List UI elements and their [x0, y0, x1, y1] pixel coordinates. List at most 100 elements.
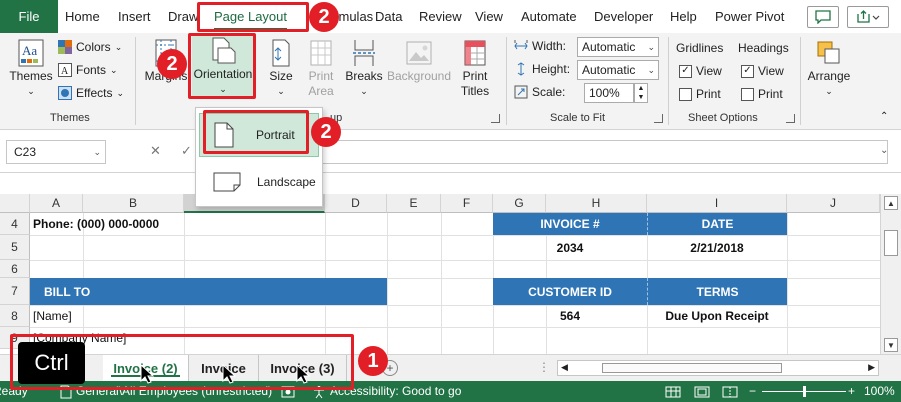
col-header-e[interactable]: E: [387, 194, 441, 213]
normal-view-icon[interactable]: [665, 381, 681, 402]
colors-button[interactable]: Colors ⌄: [58, 40, 122, 54]
accessibility-status[interactable]: Accessibility: Good to go: [312, 381, 461, 402]
macro-record-icon[interactable]: [281, 381, 295, 402]
page-layout-view-icon[interactable]: [694, 381, 710, 402]
width-row: Width:: [514, 39, 566, 53]
cancel-icon[interactable]: ✕: [150, 143, 161, 159]
breaks-button[interactable]: Breaks ⌄: [344, 37, 384, 99]
cell-invoice-number: 2034: [556, 240, 584, 255]
zoom-level[interactable]: 100%: [864, 381, 895, 402]
row-header-5[interactable]: 5: [0, 235, 30, 260]
page-break-view-icon[interactable]: [722, 381, 738, 402]
tab-developer[interactable]: Developer: [594, 0, 653, 33]
tab-insert[interactable]: Insert: [118, 0, 151, 33]
sensitivity-icon: [60, 385, 72, 398]
collapse-ribbon-icon[interactable]: ⌃: [880, 111, 888, 122]
expand-formula-bar-icon[interactable]: ⌄: [880, 145, 888, 156]
gridline: [30, 260, 880, 261]
col-header-b[interactable]: B: [83, 194, 184, 213]
height-select[interactable]: Automatic ⌄: [577, 60, 659, 80]
sensitivity-status[interactable]: General\All Employees (unrestricted): [60, 381, 272, 402]
size-button[interactable]: Size ⌄: [264, 37, 298, 99]
zoom-out-icon[interactable]: −: [749, 381, 756, 402]
themes-button[interactable]: Aa Themes ⌄: [8, 37, 54, 99]
colors-icon: [58, 40, 72, 54]
scroll-down-icon[interactable]: ▼: [884, 338, 898, 352]
fonts-label: Fonts: [76, 63, 107, 77]
height-row: Height:: [514, 62, 570, 76]
tab-review[interactable]: Review: [419, 0, 462, 33]
col-header-f[interactable]: F: [441, 194, 493, 213]
comments-button[interactable]: [807, 6, 839, 28]
headings-print-checkbox[interactable]: Print: [741, 87, 783, 101]
tab-draw[interactable]: Draw: [168, 0, 198, 33]
scroll-left-icon[interactable]: ◀: [561, 362, 568, 373]
gridlines-view-checkbox[interactable]: ✓ View: [679, 64, 722, 78]
mouse-cursor-icon: [222, 364, 236, 384]
tab-data[interactable]: Data: [375, 0, 402, 33]
print-titles-button[interactable]: Print Titles: [456, 37, 494, 99]
cell-terms-header: TERMS: [647, 278, 787, 305]
landscape-page-icon: [213, 172, 241, 192]
col-header-i[interactable]: I: [647, 194, 787, 213]
zoom-in-icon[interactable]: +: [848, 381, 855, 402]
row-header-8[interactable]: 8: [0, 305, 30, 327]
tab-power-pivot[interactable]: Power Pivot: [715, 0, 784, 33]
name-box[interactable]: C23 ⌄: [6, 140, 106, 164]
scroll-right-icon[interactable]: ▶: [868, 362, 875, 373]
svg-text:A: A: [61, 66, 69, 77]
comment-icon: [815, 10, 831, 24]
col-header-a[interactable]: A: [30, 194, 83, 213]
scale-launcher-icon[interactable]: [654, 114, 663, 123]
row-header-4[interactable]: 4: [0, 213, 30, 235]
page-setup-launcher-icon[interactable]: [491, 114, 500, 123]
zoom-slider-thumb[interactable]: [803, 386, 806, 397]
status-ready: Ready: [0, 384, 28, 398]
arrange-button[interactable]: Arrange ⌄: [806, 37, 852, 99]
select-all-corner[interactable]: [0, 194, 30, 213]
tab-home[interactable]: Home: [65, 0, 100, 33]
orientation-button[interactable]: Orientation ⌄: [192, 35, 254, 99]
horizontal-scrollbar[interactable]: ◀ ▶: [557, 360, 879, 376]
background-button[interactable]: Background: [386, 37, 452, 84]
scroll-thumb[interactable]: [602, 363, 782, 373]
row-header-7[interactable]: 7: [0, 278, 30, 305]
sheet-options-launcher-icon[interactable]: [786, 114, 795, 123]
print-area-button[interactable]: Print Area: [301, 37, 341, 99]
vertical-scrollbar[interactable]: ▲ ▼: [880, 194, 901, 354]
headings-view-checkbox[interactable]: ✓ View: [741, 64, 784, 78]
group-separator: [800, 37, 801, 125]
gridlines-print-checkbox[interactable]: Print: [679, 87, 721, 101]
headings-view-label: View: [758, 64, 784, 78]
orientation-landscape-item[interactable]: Landscape: [199, 160, 319, 204]
worksheet-grid[interactable]: A B D E F G H I J 4 5 6 7 8 9 Phone: (00…: [0, 194, 880, 354]
width-label: Width:: [532, 39, 567, 53]
tab-automate[interactable]: Automate: [521, 0, 577, 33]
effects-button[interactable]: Effects ⌄: [58, 86, 124, 100]
cell-terms: Due Upon Receipt: [665, 309, 769, 323]
scroll-thumb[interactable]: [884, 230, 898, 256]
scroll-up-icon[interactable]: ▲: [884, 196, 898, 210]
tab-page-layout[interactable]: Page Layout: [214, 0, 288, 33]
col-header-h[interactable]: H: [546, 194, 647, 213]
width-select[interactable]: Automatic ⌄: [577, 37, 659, 57]
height-label: Height:: [532, 62, 571, 76]
orientation-portrait-item[interactable]: Portrait: [199, 113, 319, 157]
col-header-d[interactable]: D: [325, 194, 387, 213]
fonts-button[interactable]: A Fonts ⌄: [58, 63, 118, 77]
col-header-j[interactable]: J: [787, 194, 880, 213]
row-header-6[interactable]: 6: [0, 260, 30, 278]
tab-file[interactable]: File: [0, 0, 58, 33]
enter-icon[interactable]: ✓: [181, 143, 192, 159]
print-titles-label-2: Titles: [460, 84, 490, 98]
tab-view[interactable]: View: [475, 0, 503, 33]
col-header-g[interactable]: G: [493, 194, 546, 213]
tab-help[interactable]: Help: [670, 0, 697, 33]
breaks-label: Breaks: [345, 69, 383, 83]
share-button[interactable]: [847, 6, 889, 28]
more-options-icon[interactable]: ⋮: [538, 360, 550, 374]
headings-print-label: Print: [758, 87, 783, 101]
scale-spinner[interactable]: ▲ ▼: [634, 83, 648, 103]
scale-input[interactable]: 100%: [584, 83, 634, 103]
gridlines-view-label: View: [696, 64, 722, 78]
